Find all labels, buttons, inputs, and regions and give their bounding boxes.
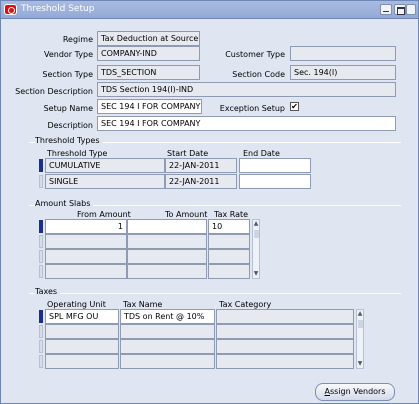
col-to-amount: To Amount — [165, 210, 208, 219]
scroll-up-icon[interactable]: ▲ — [253, 221, 259, 227]
row-indicator[interactable] — [39, 355, 43, 368]
section-code-label: Section Code — [232, 70, 285, 79]
title-bar: Threshold Setup — [1, 1, 418, 19]
maximize-icon[interactable] — [394, 4, 406, 15]
customer-type-label: Customer Type — [225, 50, 285, 59]
tax-rate-cell[interactable] — [208, 234, 250, 249]
scroll-down-icon[interactable]: ▼ — [357, 361, 363, 367]
row-indicator[interactable] — [39, 340, 43, 353]
tax-category-cell[interactable] — [216, 309, 354, 324]
scroll-thumb[interactable] — [358, 320, 363, 328]
to-amount-cell[interactable] — [127, 234, 207, 249]
operating-unit-cell[interactable] — [45, 324, 119, 339]
tax-category-cell[interactable] — [216, 339, 354, 354]
threshold-setup-window: Threshold Setup Regime Tax Deduction at … — [0, 0, 419, 404]
to-amount-cell[interactable] — [127, 249, 207, 264]
section-code-field[interactable]: Sec. 194(I) — [290, 65, 396, 80]
section-type-label: Section Type — [42, 70, 93, 79]
start-date-cell[interactable]: 22-JAN-2011 — [165, 174, 237, 189]
regime-field[interactable]: Tax Deduction at Source — [97, 31, 200, 46]
description-field[interactable]: SEC 194 I FOR COMPANY — [97, 116, 396, 131]
col-start-date: Start Date — [167, 149, 209, 158]
tax-category-cell[interactable] — [216, 324, 354, 339]
row-indicator[interactable] — [39, 235, 43, 248]
start-date-cell[interactable]: 22-JAN-2011 — [165, 158, 237, 173]
to-amount-cell[interactable] — [127, 219, 207, 234]
row-indicator[interactable] — [39, 310, 43, 323]
tax-name-cell[interactable]: TDS on Rent @ 10% — [120, 309, 215, 324]
assign-vendors-label: ssign Vendors — [329, 387, 386, 396]
exception-setup-checkbox[interactable]: ✔ — [290, 102, 299, 111]
scroll-down-icon[interactable]: ▼ — [253, 271, 259, 277]
tax-name-cell[interactable] — [120, 354, 215, 369]
taxes-scrollbar[interactable]: ▲ ▼ — [356, 309, 364, 369]
threshold-type-cell[interactable]: CUMULATIVE — [45, 158, 165, 173]
oracle-icon — [4, 4, 17, 15]
vendor-type-label: Vendor Type — [43, 50, 93, 59]
from-amount-cell[interactable] — [45, 264, 127, 279]
window-title: Threshold Setup — [21, 4, 95, 14]
exception-setup-label: Exception Setup — [219, 104, 285, 113]
col-tax-name: Tax Name — [123, 300, 163, 309]
assign-vendors-button[interactable]: Assign Vendors — [315, 383, 395, 401]
taxes-divider — [29, 293, 401, 294]
col-end-date: End Date — [243, 149, 280, 158]
scroll-thumb[interactable] — [254, 230, 259, 238]
tax-name-cell[interactable] — [120, 339, 215, 354]
row-indicator[interactable] — [39, 265, 43, 278]
end-date-cell[interactable] — [239, 174, 311, 189]
close-icon[interactable] — [406, 4, 416, 15]
setup-name-field[interactable]: SEC 194 I FOR COMPANY — [97, 99, 202, 114]
section-type-field[interactable]: TDS_SECTION — [97, 65, 200, 80]
row-indicator[interactable] — [39, 175, 43, 188]
operating-unit-cell[interactable] — [45, 354, 119, 369]
threshold-types-title: Threshold Types — [35, 136, 103, 145]
col-tax-rate: Tax Rate — [214, 210, 249, 219]
setup-name-label: Setup Name — [43, 104, 93, 113]
regime-label: Regime — [62, 35, 93, 44]
amount-slabs-scrollbar[interactable]: ▲ ▼ — [252, 219, 260, 279]
description-label: Description — [47, 121, 93, 130]
section-description-field[interactable]: TDS Section 194(I)-IND — [97, 82, 396, 97]
row-indicator[interactable] — [39, 220, 43, 233]
from-amount-cell[interactable] — [45, 234, 127, 249]
from-amount-cell[interactable]: 1 — [45, 219, 127, 234]
tax-category-cell[interactable] — [216, 354, 354, 369]
operating-unit-cell[interactable]: SPL MFG OU — [45, 309, 119, 324]
threshold-type-cell[interactable]: SINGLE — [45, 174, 165, 189]
scroll-up-icon[interactable]: ▲ — [357, 311, 363, 317]
col-operating-unit: Operating Unit — [47, 300, 106, 309]
tax-rate-cell[interactable]: 10 — [208, 219, 250, 234]
section-description-label: Section Description — [15, 87, 93, 96]
operating-unit-cell[interactable] — [45, 339, 119, 354]
col-tax-category: Tax Category — [219, 300, 272, 309]
tax-rate-cell[interactable] — [208, 264, 250, 279]
vendor-type-field[interactable]: COMPANY-IND — [97, 46, 200, 61]
col-threshold-type: Threshold Type — [47, 149, 108, 158]
row-indicator[interactable] — [39, 325, 43, 338]
end-date-cell[interactable] — [239, 158, 311, 173]
col-from-amount: From Amount — [77, 210, 131, 219]
tax-name-cell[interactable] — [120, 324, 215, 339]
tax-rate-cell[interactable] — [208, 249, 250, 264]
customer-type-field[interactable] — [290, 46, 396, 61]
taxes-title: Taxes — [35, 287, 61, 296]
row-indicator[interactable] — [39, 159, 43, 172]
amount-slabs-title: Amount Slabs — [35, 199, 94, 208]
row-indicator[interactable] — [39, 250, 43, 263]
from-amount-cell[interactable] — [45, 249, 127, 264]
to-amount-cell[interactable] — [127, 264, 207, 279]
minimize-icon[interactable] — [380, 4, 392, 15]
